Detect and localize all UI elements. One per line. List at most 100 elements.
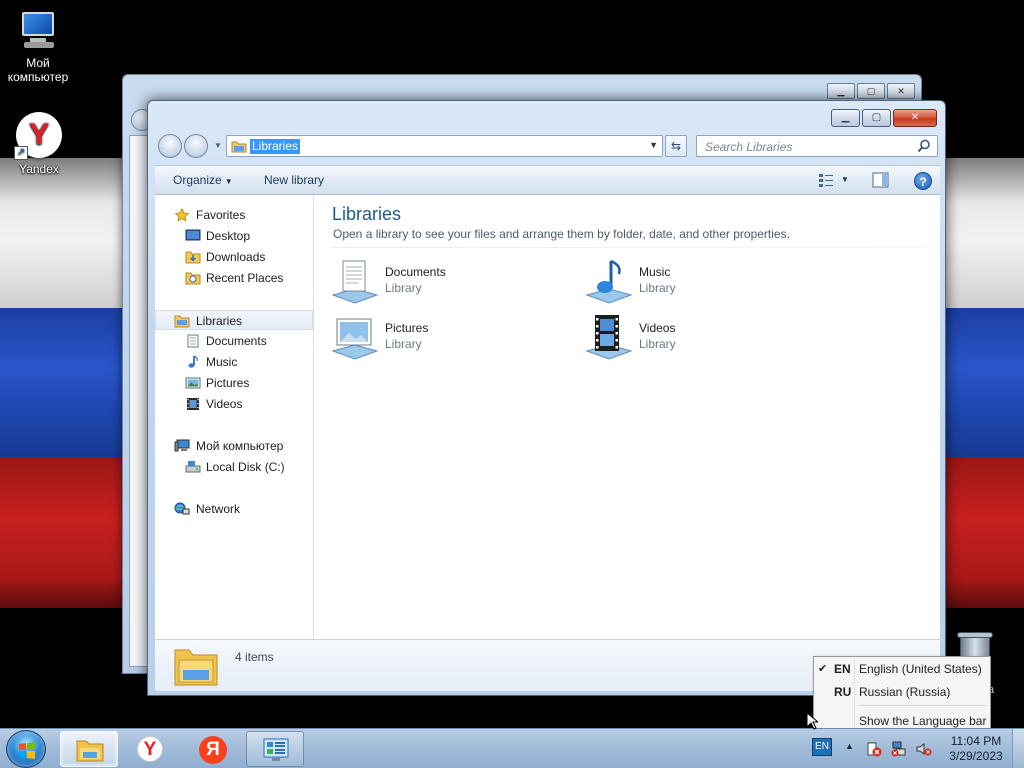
address-row: ▼ Libraries ▼ ⇆ Search Libraries xyxy=(156,133,938,159)
recent-places-icon xyxy=(185,272,201,285)
language-option-en[interactable]: ✔ EN English (United States) xyxy=(816,659,988,679)
pictures-library-icon xyxy=(331,318,379,360)
minimize-button[interactable]: ▁ xyxy=(827,83,855,99)
videos-library-icon xyxy=(585,315,633,360)
nav-item-music[interactable]: Music xyxy=(155,352,313,372)
desktop-icon-label: Мой компьютер xyxy=(7,56,69,84)
organize-button[interactable]: Organize ▼ xyxy=(173,173,233,187)
preview-pane-icon[interactable] xyxy=(872,172,889,188)
windows-logo-icon xyxy=(19,742,35,759)
nav-item-local-disk[interactable]: Local Disk (C:) xyxy=(155,457,313,477)
libraries-icon xyxy=(174,315,190,328)
library-kind: Library xyxy=(639,281,676,295)
libraries-folder-icon xyxy=(231,141,247,153)
system-clock[interactable]: 11:04 PM 3/29/2023 xyxy=(938,734,1014,764)
page-title: Libraries xyxy=(332,204,402,224)
library-kind: Library xyxy=(639,337,676,351)
explorer-icon xyxy=(76,740,104,762)
mouse-cursor-icon xyxy=(806,712,818,730)
library-item-pictures[interactable]: Pictures Library xyxy=(331,313,571,365)
taskbar-control-panel-button[interactable] xyxy=(246,731,304,767)
show-desktop-button[interactable] xyxy=(1012,729,1024,768)
taskbar-yandex-browser-button[interactable]: Y xyxy=(122,731,180,767)
pictures-icon xyxy=(185,377,201,389)
view-options-chevron-icon[interactable]: ▼ xyxy=(841,175,849,184)
explorer-window[interactable]: ▁ ▢ ✕ ▼ Libraries ▼ ⇆ Search Libraries O… xyxy=(147,100,946,696)
action-center-alert-icon[interactable] xyxy=(866,741,882,757)
nav-item-libraries[interactable]: Libraries xyxy=(155,310,313,330)
taskbar-yandex-button[interactable]: Я xyxy=(184,731,242,767)
nav-item-downloads[interactable]: Downloads xyxy=(155,247,313,267)
library-item-music[interactable]: Music Library xyxy=(585,257,825,309)
search-input[interactable]: Search Libraries xyxy=(696,135,938,157)
maximize-button[interactable]: ▢ xyxy=(862,109,891,127)
start-button[interactable] xyxy=(6,730,46,768)
library-name: Music xyxy=(639,265,671,279)
maximize-button[interactable]: ▢ xyxy=(857,83,885,99)
language-option-ru[interactable]: RU Russian (Russia) xyxy=(816,682,988,702)
desktop-icon-yandex[interactable]: Y ↗ Yandex xyxy=(1,112,77,176)
music-library-icon xyxy=(585,259,633,304)
desktop-icon-computer[interactable]: Мой компьютер xyxy=(0,10,76,84)
search-icon[interactable] xyxy=(917,139,931,153)
menu-separator xyxy=(858,705,986,706)
page-subtitle: Open a library to see your files and arr… xyxy=(333,227,790,241)
yandex-icon: Я xyxy=(199,736,227,764)
shortcut-arrow-icon: ↗ xyxy=(14,146,28,160)
taskbar: Y Я EN ▲ 11:04 PM 3/29/2023 xyxy=(0,728,1024,768)
nav-item-documents[interactable]: Documents xyxy=(155,331,313,351)
nav-item-network[interactable]: Network xyxy=(155,499,313,519)
control-panel-icon xyxy=(263,738,289,761)
network-disconnected-icon[interactable] xyxy=(891,741,907,757)
library-item-documents[interactable]: Documents Library xyxy=(331,257,571,309)
desktop-folder-icon xyxy=(185,229,201,241)
address-path[interactable]: Libraries xyxy=(250,139,301,154)
forward-button[interactable] xyxy=(184,134,208,158)
library-name: Documents xyxy=(385,265,446,279)
documents-library-icon xyxy=(331,260,379,304)
divider xyxy=(331,247,927,248)
library-kind: Library xyxy=(385,281,422,295)
library-item-videos[interactable]: Videos Library xyxy=(585,313,825,365)
libraries-folder-icon xyxy=(174,649,218,686)
close-button[interactable]: ✕ xyxy=(887,83,915,99)
address-bar[interactable]: Libraries ▼ xyxy=(226,135,663,157)
main-pane: Libraries Open a library to see your fil… xyxy=(315,195,940,639)
videos-icon xyxy=(187,398,199,410)
command-bar: Organize ▼ New library ▼ ? xyxy=(155,165,940,195)
nav-item-computer[interactable]: Мой компьютер xyxy=(155,436,313,456)
library-name: Pictures xyxy=(385,321,429,335)
refresh-button[interactable]: ⇆ xyxy=(665,135,687,157)
new-library-button[interactable]: New library xyxy=(264,173,324,187)
yandex-browser-icon: Y xyxy=(137,736,163,762)
change-view-icon[interactable] xyxy=(818,172,834,188)
star-icon xyxy=(174,208,190,222)
language-indicator[interactable]: EN xyxy=(812,738,832,756)
minimize-button[interactable]: ▁ xyxy=(831,109,860,127)
checkmark-icon: ✔ xyxy=(818,663,828,675)
nav-item-pictures[interactable]: Pictures xyxy=(155,373,313,393)
language-menu: ✔ EN English (United States) RU Russian … xyxy=(813,656,991,734)
volume-muted-icon[interactable] xyxy=(916,741,932,757)
computer-icon xyxy=(16,10,60,52)
navigation-pane: Favorites Desktop Downloads Recent Place… xyxy=(155,195,314,639)
back-button[interactable] xyxy=(158,134,182,158)
nav-item-favorites[interactable]: Favorites xyxy=(155,205,313,225)
desktop-icon-label: Yandex xyxy=(19,162,59,176)
address-dropdown-icon[interactable]: ▼ xyxy=(649,140,658,150)
network-icon xyxy=(174,502,190,515)
show-hidden-icons-button[interactable]: ▲ xyxy=(845,741,854,751)
library-kind: Library xyxy=(385,337,422,351)
clock-time: 11:04 PM xyxy=(950,734,1002,748)
nav-item-recent-places[interactable]: Recent Places xyxy=(155,268,313,288)
downloads-folder-icon xyxy=(185,251,201,264)
nav-item-videos[interactable]: Videos xyxy=(155,394,313,414)
yandex-browser-icon: Y ↗ xyxy=(14,112,62,160)
taskbar-explorer-button[interactable] xyxy=(60,731,118,767)
content-area: Favorites Desktop Downloads Recent Place… xyxy=(155,195,940,639)
help-icon[interactable]: ? xyxy=(914,172,932,190)
recent-pages-chevron-icon[interactable]: ▼ xyxy=(214,141,222,150)
nav-item-desktop[interactable]: Desktop xyxy=(155,226,313,246)
close-button[interactable]: ✕ xyxy=(893,109,937,127)
music-icon xyxy=(188,355,198,368)
